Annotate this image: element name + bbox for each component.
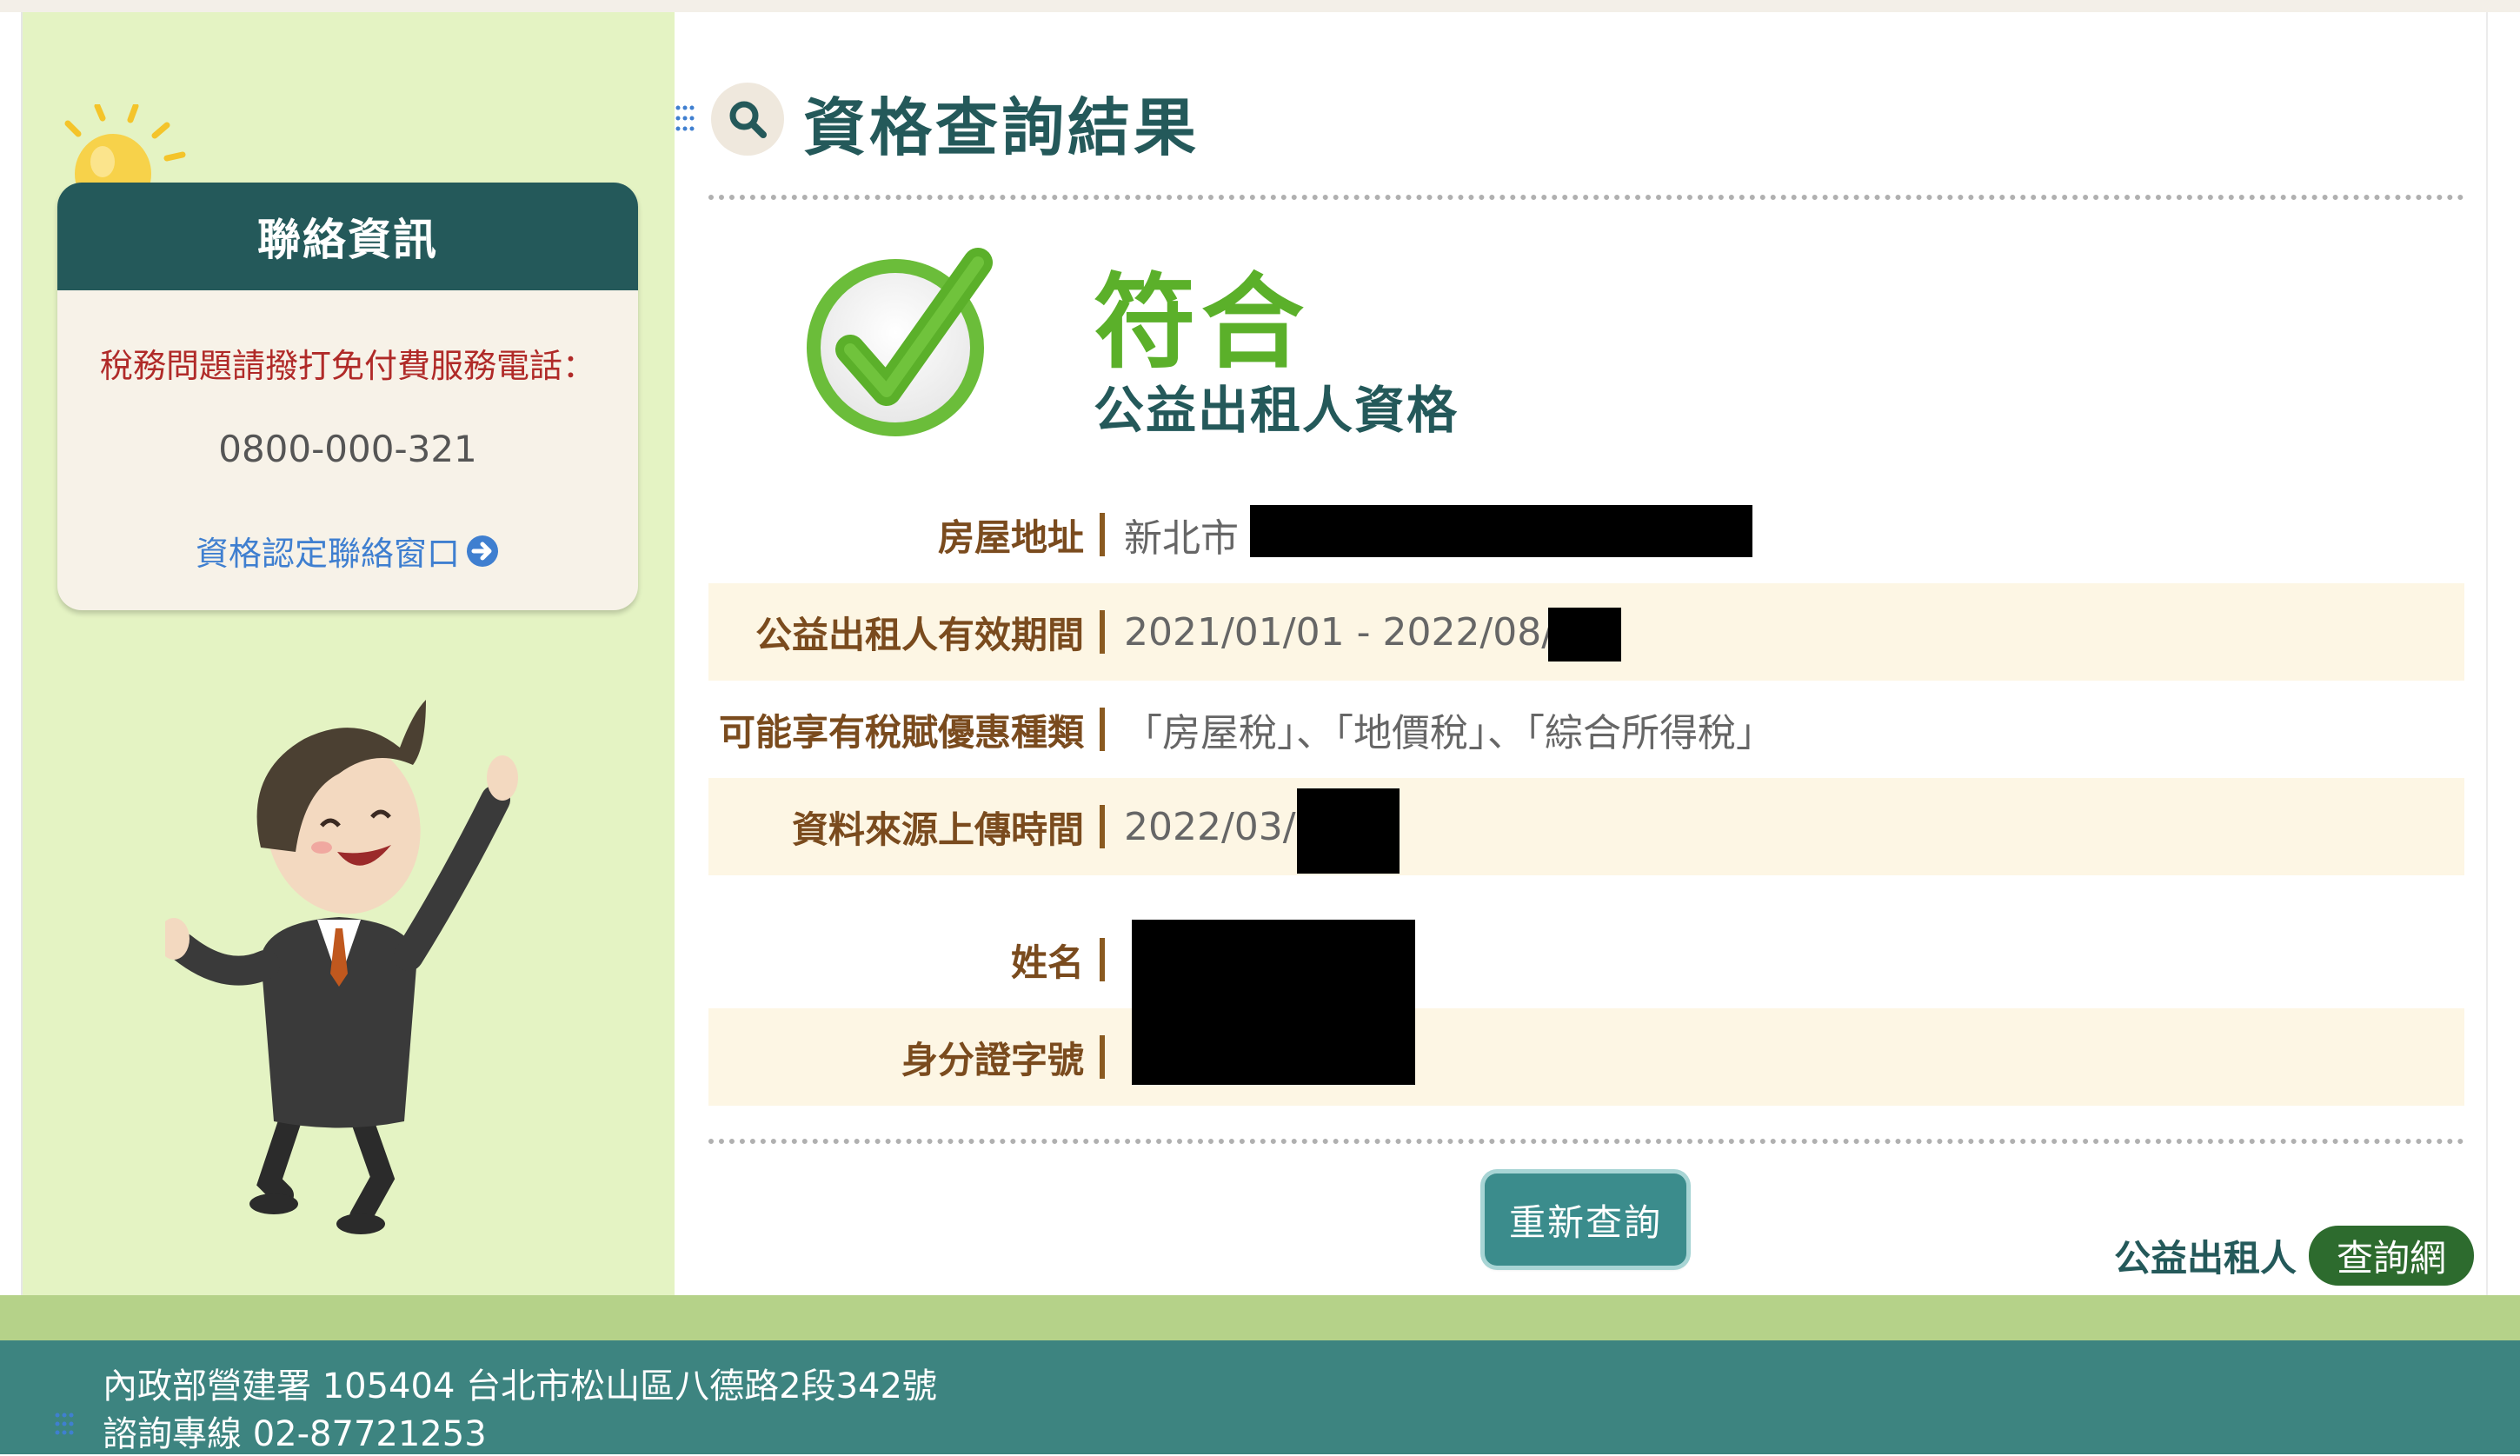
- brand-pill: 查詢網: [2309, 1226, 2475, 1286]
- row-tax-types: 可能享有稅賦優惠種類 「房屋稅」、「地價稅」、「綜合所得稅」: [708, 681, 2464, 778]
- row-separator: [1100, 1035, 1105, 1079]
- contact-card: 聯絡資訊 稅務問題請撥打免付費服務電話： 0800-000-321 資格認定聯絡…: [57, 183, 638, 610]
- redaction-block: [1548, 608, 1621, 662]
- row-value: 新北市: [1105, 507, 1239, 562]
- row-label: 可能享有稅賦優惠種類: [718, 710, 1084, 754]
- row-address: 房屋地址 新北市: [708, 486, 2464, 583]
- footer: 內政部營建署 105404 台北市松山區八德路2段342號 諮詢專線 02-87…: [0, 1340, 2520, 1454]
- valid-period-value: 2021/01/01 - 2022/08/: [1124, 609, 1555, 655]
- drag-handle-icon: [55, 1413, 74, 1435]
- phone-label: 稅務問題請撥打免付費服務電話：: [99, 347, 595, 385]
- result-status: 符合: [1094, 263, 1310, 382]
- footer-hotline: 諮詢專線 02-87721253: [103, 1414, 487, 1454]
- row-upload-time: 資料來源上傳時間 2022/03/: [708, 778, 2464, 875]
- row-valid-period: 公益出租人有效期間 2021/01/01 - 2022/08/: [708, 583, 2464, 681]
- search-icon-badge: [711, 83, 784, 156]
- row-id-number: 身分證字號: [708, 1008, 2464, 1106]
- divider-top: [708, 195, 2464, 200]
- result-type: 公益出租人資格: [1094, 381, 1459, 440]
- address-value: 新北市: [1124, 516, 1239, 561]
- redaction-block: [1297, 788, 1400, 874]
- tax-types-value: 「房屋稅」、「地價稅」、「綜合所得稅」: [1124, 711, 1774, 755]
- right-edge: [2486, 12, 2520, 1295]
- row-label: 姓名: [1010, 941, 1084, 984]
- search-icon: [729, 101, 767, 138]
- left-edge: [0, 12, 23, 1295]
- row-value: 2022/03/: [1105, 805, 1296, 849]
- row-label: 身分證字號: [901, 1038, 1084, 1081]
- footer-address: 內政部營建署 105404 台北市松山區八德路2段342號: [103, 1366, 937, 1406]
- divider-bottom: [708, 1139, 2464, 1144]
- contact-window-link-label: 資格認定聯絡窗口: [195, 535, 460, 573]
- row-separator: [1100, 938, 1105, 981]
- drag-handle-icon: [675, 105, 695, 131]
- brand-logo: 公益出租人 查詢網: [2114, 1226, 2475, 1286]
- upload-time-value: 2022/03/: [1124, 804, 1296, 849]
- arrow-right-circle-icon: [467, 535, 498, 567]
- redaction-block: [1132, 920, 1415, 1085]
- row-label: 房屋地址: [937, 515, 1084, 559]
- redaction-block: [1250, 505, 1752, 557]
- contact-title: 聯絡資訊: [57, 183, 638, 290]
- row-label: 公益出租人有效期間: [755, 613, 1084, 656]
- businessman-mascot-illustration: [165, 700, 518, 1234]
- footer-band: [0, 1295, 2520, 1340]
- checkmark-icon: [807, 248, 993, 436]
- row-name: 姓名: [708, 911, 2464, 1008]
- row-value: 「房屋稅」、「地價稅」、「綜合所得稅」: [1105, 701, 1774, 757]
- phone-number: 0800-000-321: [218, 428, 477, 470]
- row-value: 2021/01/01 - 2022/08/: [1105, 610, 1554, 655]
- page-title: 資格查詢結果: [803, 91, 1200, 164]
- top-bar: [0, 0, 2520, 12]
- contact-window-link[interactable]: 資格認定聯絡窗口: [57, 527, 638, 575]
- requery-button[interactable]: 重新查詢: [1485, 1173, 1686, 1266]
- brand-text: 公益出租人: [2114, 1237, 2297, 1280]
- row-label: 資料來源上傳時間: [791, 808, 1084, 851]
